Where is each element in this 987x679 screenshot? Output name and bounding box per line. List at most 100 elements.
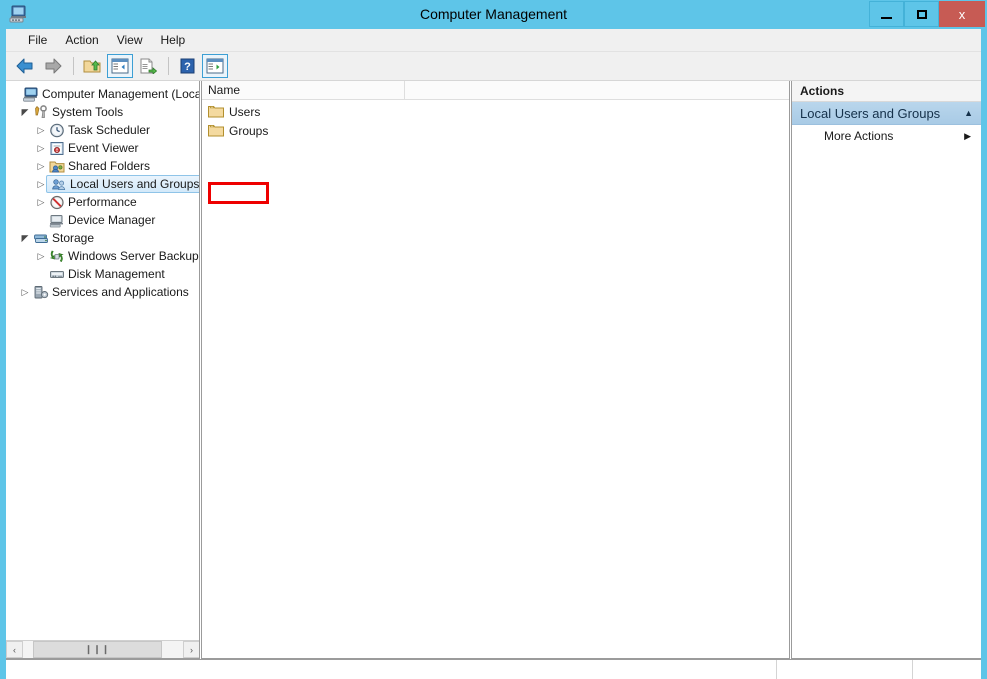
list-column-headers: Name bbox=[202, 81, 789, 100]
tree-item-shared-folders[interactable]: ▷ Shared Folders bbox=[6, 157, 198, 175]
tree-item-computer-management-local[interactable]: ▷ Computer Management (Local) bbox=[6, 85, 200, 103]
status-bar bbox=[6, 659, 981, 679]
actions-pane-title: Actions bbox=[792, 81, 981, 102]
back-button[interactable] bbox=[12, 54, 38, 78]
menu-help[interactable]: Help bbox=[152, 30, 195, 50]
expander-icon[interactable]: ▷ bbox=[34, 247, 48, 265]
svg-text:?: ? bbox=[184, 61, 191, 73]
list-item-users[interactable]: Users bbox=[202, 102, 789, 121]
list-rows: Users Groups bbox=[202, 100, 789, 140]
column-header-name[interactable]: Name bbox=[202, 81, 405, 99]
tree-item-storage[interactable]: ◤ Storage bbox=[6, 229, 198, 247]
scroll-right-button[interactable]: › bbox=[183, 641, 199, 658]
tree-item-label: System Tools bbox=[52, 105, 124, 119]
expander-icon[interactable]: ◤ bbox=[18, 103, 32, 121]
expander-icon[interactable]: ▷ bbox=[34, 139, 48, 157]
tree-item-label: Shared Folders bbox=[68, 159, 151, 173]
expander-icon[interactable]: ◤ bbox=[18, 229, 32, 247]
menu-bar: File Action View Help bbox=[6, 29, 981, 52]
clock-icon bbox=[48, 122, 65, 138]
status-segment-3 bbox=[913, 660, 981, 679]
tree-item-label: Windows Server Backup bbox=[68, 249, 199, 263]
tree-item-task-scheduler[interactable]: ▷ Task Scheduler bbox=[6, 121, 198, 139]
export-list-button[interactable] bbox=[135, 54, 161, 78]
shared-folders-icon bbox=[48, 158, 65, 174]
system-tools-icon bbox=[32, 104, 49, 120]
backup-icon bbox=[48, 248, 65, 264]
actions-pane: Actions Local Users and Groups ▲ More Ac… bbox=[791, 81, 981, 659]
toolbar-separator bbox=[73, 57, 74, 75]
expander-icon: ▷ bbox=[8, 85, 22, 103]
console-tree-pane: ▷ Computer Management (Local) ◤ bbox=[6, 81, 200, 659]
computer-management-window: Computer Management x File Action View H… bbox=[0, 0, 987, 679]
back-arrow-icon bbox=[16, 58, 33, 74]
folder-icon bbox=[208, 105, 224, 119]
tree-item-label: Services and Applications bbox=[52, 285, 189, 299]
console-tree-icon bbox=[111, 58, 129, 74]
chevron-right-icon: ▶ bbox=[964, 130, 971, 141]
toolbar-separator-2 bbox=[168, 57, 169, 75]
list-item-label: Users bbox=[229, 104, 261, 119]
users-group-icon bbox=[50, 176, 67, 192]
question-mark-icon: ? bbox=[180, 58, 194, 74]
action-more-actions[interactable]: More Actions ▶ bbox=[792, 125, 981, 147]
folder-icon bbox=[208, 124, 224, 138]
tree-item-windows-server-backup[interactable]: ▷ Windows Server Backup bbox=[6, 247, 199, 265]
expander-icon[interactable]: ▷ bbox=[18, 283, 32, 301]
tree-item-event-viewer[interactable]: ▷ Event Viewer bbox=[6, 139, 198, 157]
tree-item-device-manager[interactable]: ▷ Device Manager bbox=[6, 211, 198, 229]
export-list-icon bbox=[140, 58, 157, 74]
close-button[interactable]: x bbox=[939, 1, 985, 27]
menu-action[interactable]: Action bbox=[56, 30, 107, 50]
show-hide-console-tree-button[interactable] bbox=[107, 54, 133, 78]
tree-item-performance[interactable]: ▷ Performance bbox=[6, 193, 198, 211]
scroll-left-button[interactable]: ‹ bbox=[6, 641, 23, 658]
expander-icon[interactable]: ▷ bbox=[34, 121, 48, 139]
storage-icon bbox=[32, 230, 49, 246]
event-viewer-icon bbox=[48, 140, 65, 156]
column-header-blank[interactable] bbox=[405, 81, 789, 99]
tree-item-local-users-and-groups[interactable]: ▷ Local Users and Groups bbox=[6, 175, 199, 193]
services-icon bbox=[32, 284, 49, 300]
list-pane: Name Users Groups bbox=[201, 81, 790, 659]
tree-item-system-tools[interactable]: ◤ System Tools bbox=[6, 103, 198, 121]
folder-up-icon bbox=[83, 60, 101, 73]
tree-item-label: Computer Management (Local) bbox=[42, 87, 200, 101]
forward-arrow-icon bbox=[45, 58, 62, 74]
tree-item-label: Storage bbox=[52, 231, 95, 245]
expander-icon: ▷ bbox=[34, 265, 48, 283]
list-item-groups[interactable]: Groups bbox=[202, 121, 789, 140]
scroll-thumb[interactable]: ❙❙❙ bbox=[33, 641, 162, 658]
tree-item-disk-management[interactable]: ▷ Disk Management bbox=[6, 265, 198, 283]
show-hide-action-pane-button[interactable] bbox=[202, 54, 228, 78]
status-segment-1 bbox=[6, 660, 777, 679]
up-one-level-button[interactable] bbox=[79, 54, 105, 78]
actions-group-label: Local Users and Groups bbox=[800, 105, 941, 121]
expander-icon[interactable]: ▷ bbox=[34, 193, 48, 211]
expander-icon[interactable]: ▷ bbox=[34, 157, 48, 175]
minimize-button[interactable] bbox=[869, 1, 904, 27]
maximize-icon bbox=[916, 9, 927, 19]
help-button[interactable]: ? bbox=[174, 54, 200, 78]
tree-horizontal-scrollbar[interactable]: ‹ ❙❙❙ › bbox=[6, 640, 199, 658]
scroll-track[interactable]: ❙❙❙ bbox=[23, 641, 183, 658]
disk-management-icon bbox=[48, 266, 65, 282]
action-pane-icon bbox=[206, 58, 224, 74]
actions-group-local-users-and-groups[interactable]: Local Users and Groups ▲ bbox=[792, 102, 981, 125]
menu-view[interactable]: View bbox=[108, 30, 152, 50]
maximize-button[interactable] bbox=[904, 1, 939, 27]
tree-item-label: Event Viewer bbox=[68, 141, 139, 155]
performance-icon bbox=[48, 194, 65, 210]
title-bar: Computer Management x bbox=[0, 0, 987, 29]
tree-item-label: Task Scheduler bbox=[68, 123, 151, 137]
forward-button[interactable] bbox=[40, 54, 66, 78]
tree-item-label: Performance bbox=[68, 195, 137, 209]
toolbar: ? bbox=[6, 52, 981, 81]
chevron-up-icon[interactable]: ▲ bbox=[964, 108, 973, 118]
menu-file[interactable]: File bbox=[19, 30, 56, 50]
tree-item-services-and-applications[interactable]: ▷ Services and Applications bbox=[6, 283, 198, 301]
window-controls: x bbox=[869, 1, 985, 27]
status-segment-2 bbox=[777, 660, 913, 679]
window-title: Computer Management bbox=[419, 6, 568, 22]
main-content: ▷ Computer Management (Local) ◤ bbox=[6, 81, 981, 659]
